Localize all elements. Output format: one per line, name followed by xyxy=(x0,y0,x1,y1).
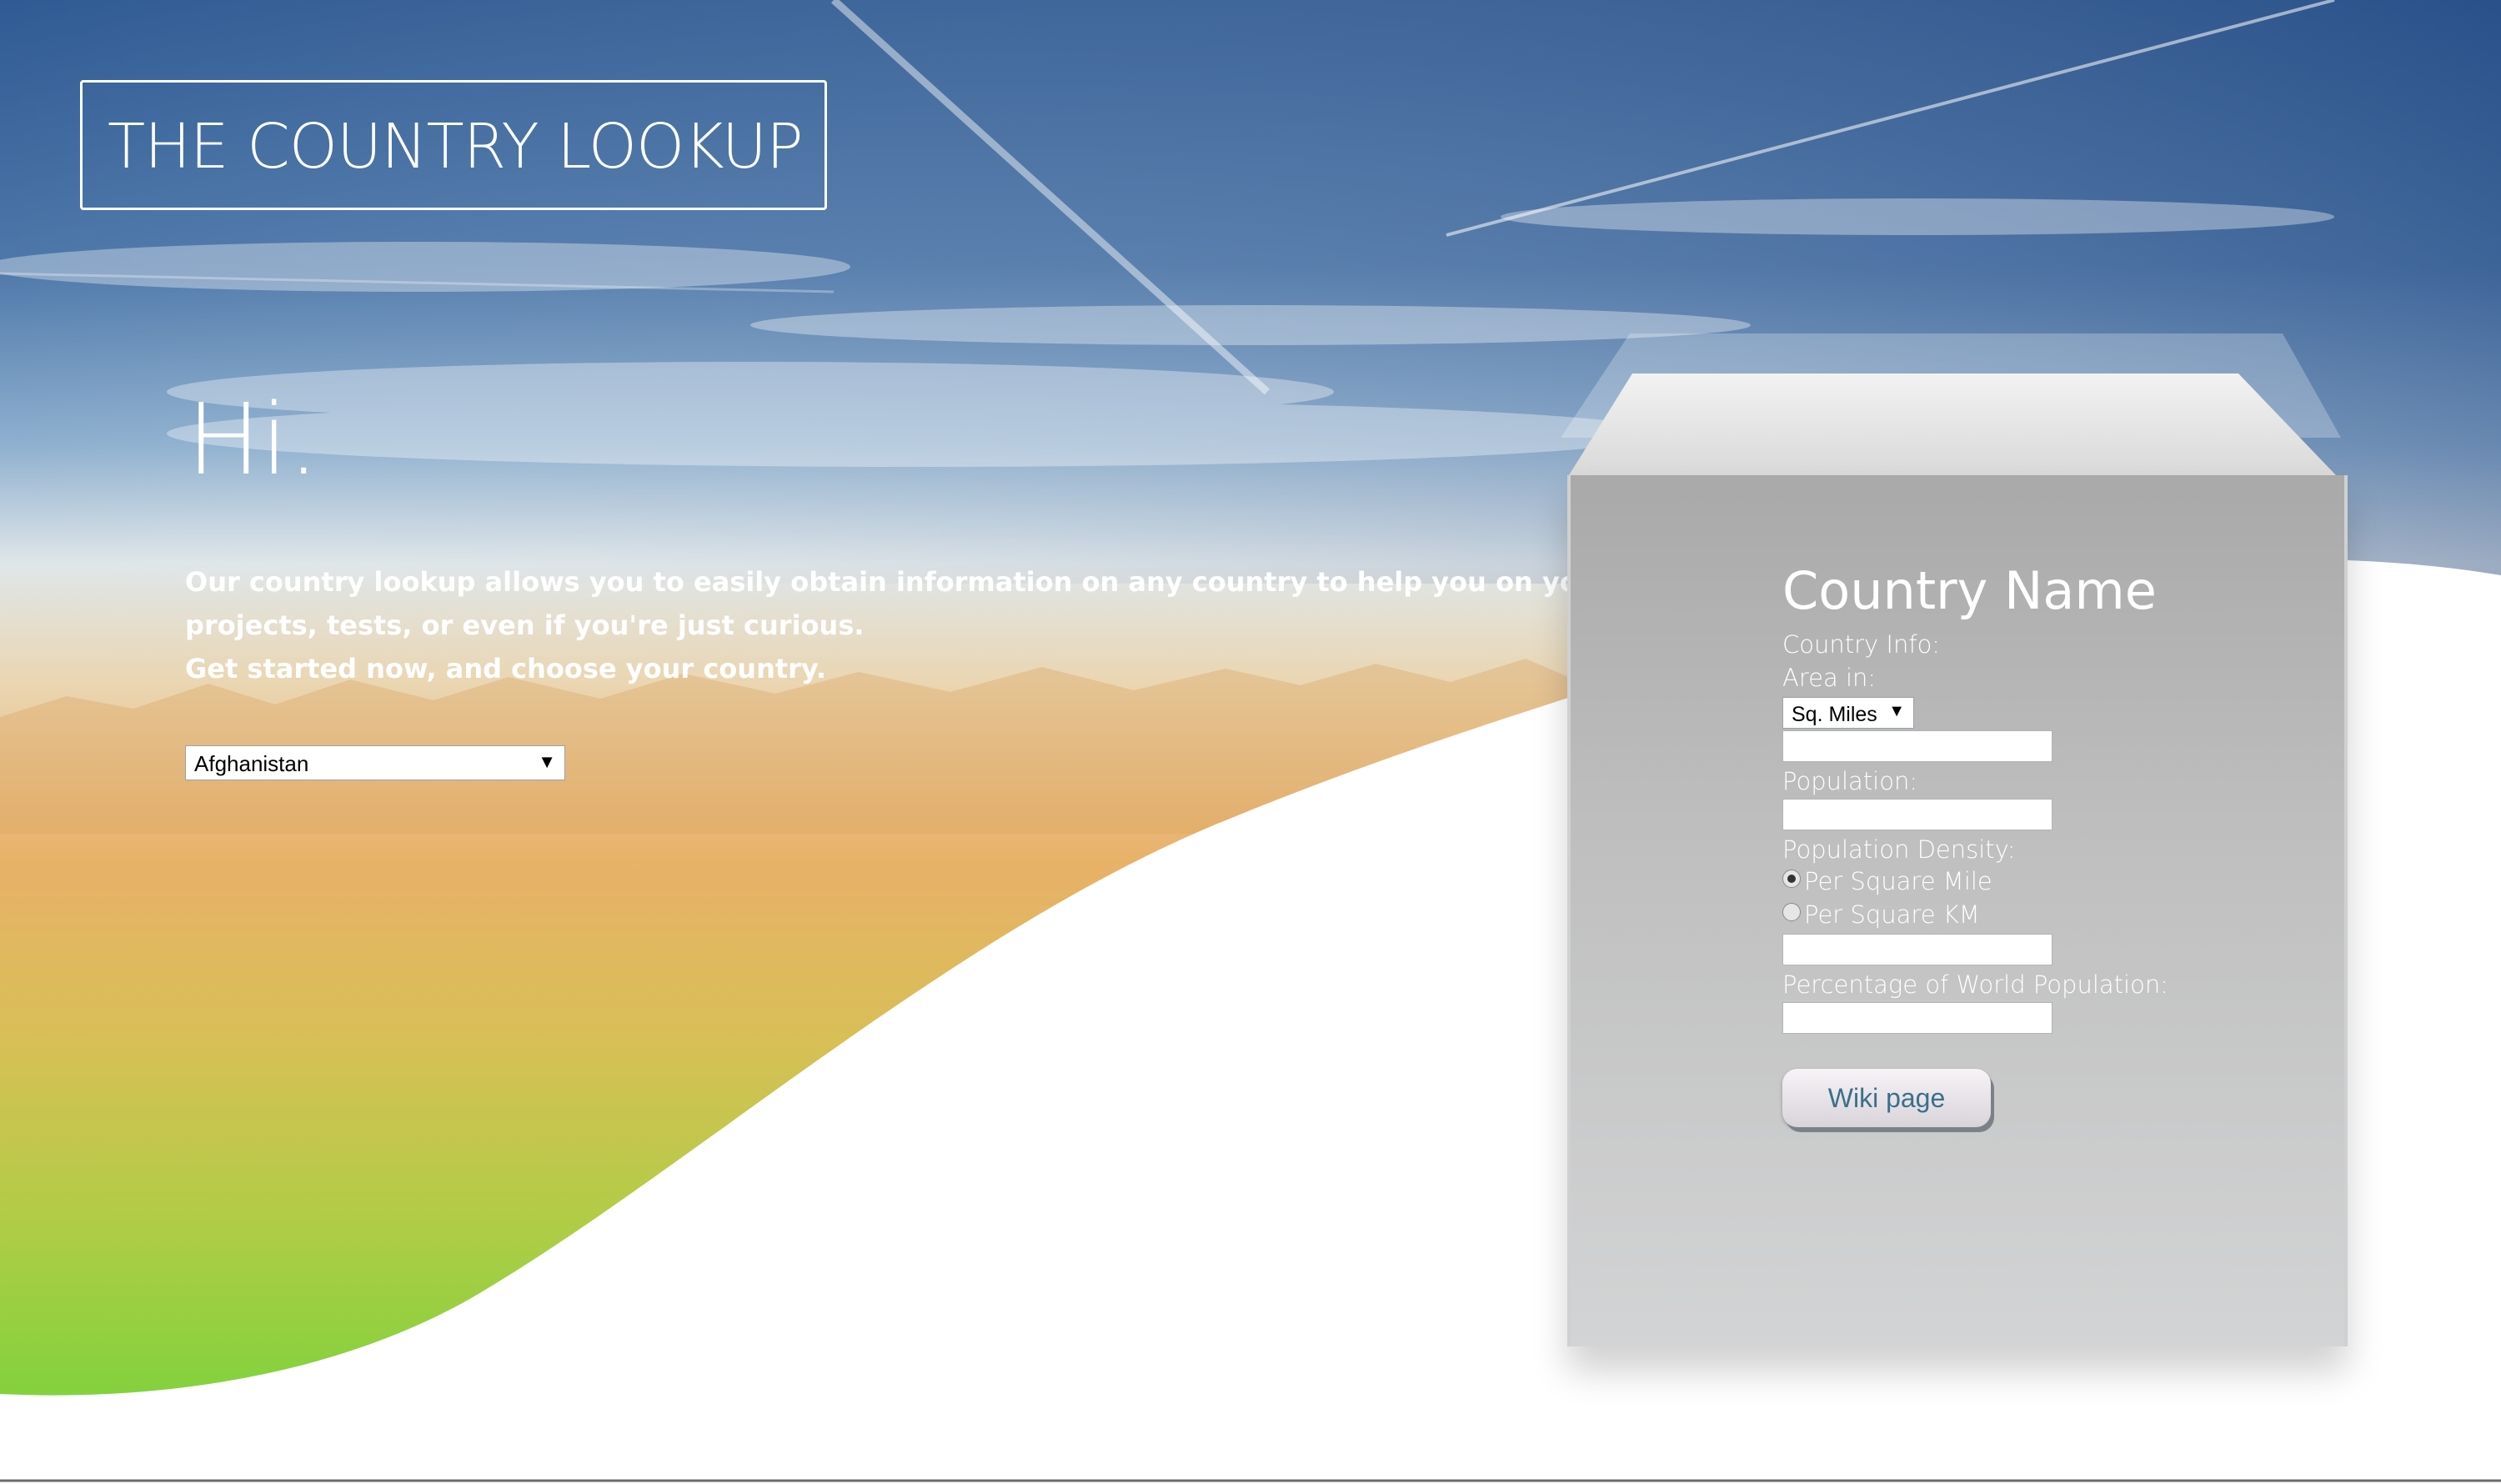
greeting: Hi. xyxy=(187,382,320,497)
intro-line: projects, tests, or even if you're just … xyxy=(185,609,865,641)
density-option-label: Per Square KM xyxy=(1804,900,1980,929)
density-radio-per-square-km[interactable] xyxy=(1782,903,1801,921)
intro-line: Get started now, and choose your country… xyxy=(185,653,826,684)
density-label: Population Density: xyxy=(1782,835,2016,864)
population-label: Population: xyxy=(1782,767,1918,795)
density-radio-per-square-mile[interactable] xyxy=(1782,870,1801,888)
country-select-value: Afghanistan xyxy=(194,751,309,776)
population-field[interactable] xyxy=(1782,799,2052,830)
world-percentage-label: Percentage of World Population: xyxy=(1782,970,2168,999)
area-unit-value: Sq. Miles xyxy=(1792,703,1877,726)
area-unit-select[interactable]: Sq. Miles ▼ xyxy=(1782,697,1914,729)
wiki-page-button[interactable]: Wiki page xyxy=(1782,1069,1991,1127)
area-field[interactable] xyxy=(1782,730,2052,762)
world-percentage-field[interactable] xyxy=(1782,1002,2052,1034)
page: THE COUNTRY LOOKUP Hi. Our country looku… xyxy=(0,0,2501,1484)
area-label: Area in: xyxy=(1782,664,1877,692)
site-title: THE COUNTRY LOOKUP xyxy=(108,111,804,183)
country-select[interactable]: Afghanistan ▼ xyxy=(185,745,565,780)
density-field[interactable] xyxy=(1782,934,2052,965)
site-title-box: THE COUNTRY LOOKUP xyxy=(80,80,827,210)
density-option-label: Per Square Mile xyxy=(1804,867,1992,895)
chevron-down-icon: ▼ xyxy=(538,751,556,772)
country-info-label: Country Info: xyxy=(1782,630,1941,659)
country-name-heading: Country Name xyxy=(1782,560,2157,621)
chevron-down-icon: ▼ xyxy=(1888,702,1905,720)
intro-text: Our country lookup allows you to easily … xyxy=(185,560,1611,690)
intro-line: Our country lookup allows you to easily … xyxy=(185,566,1611,598)
